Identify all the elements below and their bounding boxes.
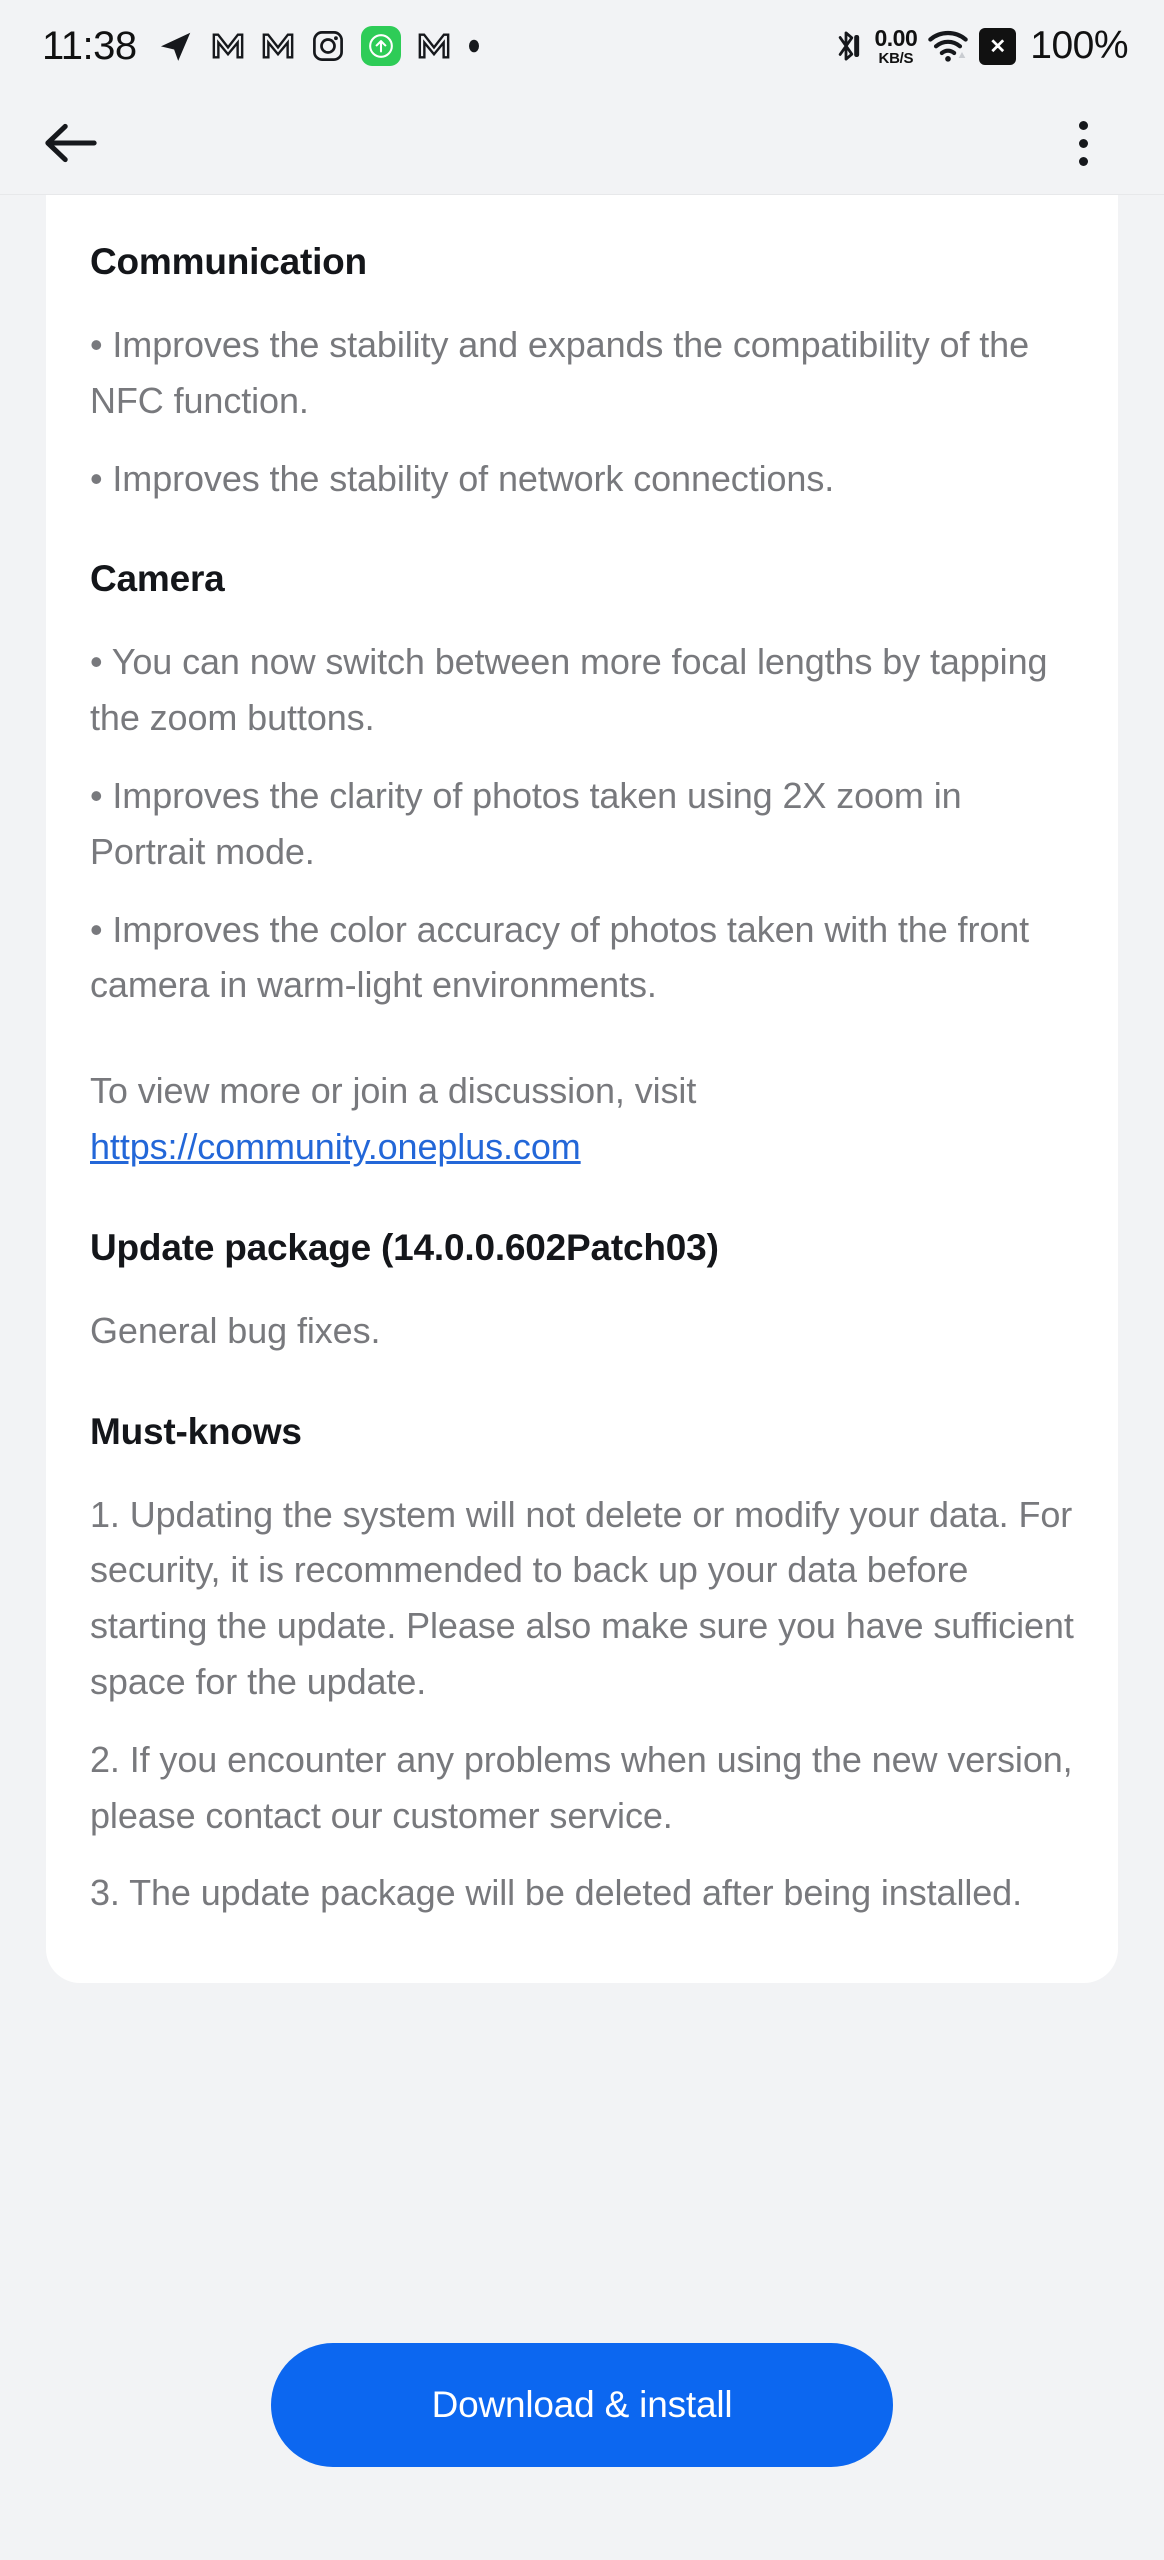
changelog-item: • Improves the clarity of photos taken u… <box>90 774 962 872</box>
section-title-camera: Camera <box>90 558 225 600</box>
wifi-icon <box>928 29 968 63</box>
network-speed-unit: KB/S <box>878 49 914 67</box>
update-package-description: General bug fixes. <box>90 1309 381 1351</box>
back-button[interactable] <box>36 108 106 178</box>
more-notifications-dot <box>467 39 481 53</box>
network-speed-value: 0.00 <box>874 24 918 51</box>
instagram-icon <box>311 29 345 63</box>
gmail-icon-3 <box>417 29 451 63</box>
three-dots-icon <box>1078 120 1088 166</box>
must-know-item: 3. The update package will be deleted af… <box>90 1872 1022 1914</box>
section-title-update-package: Update package (14.0.0.602Patch03) <box>90 1226 719 1268</box>
community-lead-label: To view more or join a discussion, visit <box>90 1070 697 1112</box>
changelog-item: • Improves the stability and expands the… <box>90 324 1030 421</box>
community-forum-link[interactable]: https://community.oneplus.com <box>90 1126 581 1167</box>
status-bar-left: 11:38 <box>42 24 481 69</box>
must-know-item: 2. If you encounter any problems when us… <box>90 1738 1073 1836</box>
section-title-must-knows: Must-knows <box>90 1410 302 1452</box>
gmail-icon-2 <box>261 29 295 63</box>
bluetooth-icon <box>829 27 863 65</box>
app-bar <box>0 92 1164 195</box>
network-speed-indicator: 0.00 KB/S <box>874 24 918 67</box>
changelog-item: • Improves the color accuracy of photos … <box>90 908 1030 1006</box>
system-update-icon <box>360 26 401 66</box>
must-know-item: 1. Updating the system will not delete o… <box>90 1493 1074 1702</box>
notification-icons <box>157 26 481 66</box>
battery-percentage: 100% <box>1030 24 1128 67</box>
telegram-icon <box>157 27 195 65</box>
gmail-icon-1 <box>211 29 245 63</box>
status-bar-clock: 11:38 <box>42 23 137 68</box>
more-options-button[interactable] <box>1048 108 1118 178</box>
changelog-scroll-area[interactable]: Communication • Improves the stability a… <box>0 195 1164 2250</box>
download-and-install-button[interactable]: Download & install <box>271 2343 893 2467</box>
changelog-card: Communication • Improves the stability a… <box>46 195 1118 1984</box>
changelog-item: • You can now switch between more focal … <box>90 641 1048 739</box>
section-title-communication: Communication <box>90 241 367 282</box>
sim-no-service-icon: ✕ <box>979 27 1017 65</box>
changelog-item: • Improves the stability of network conn… <box>90 457 835 499</box>
footer-action-bar: Download & install <box>0 2250 1164 2560</box>
status-bar-right: 0.00 KB/S ✕ 100% <box>829 24 1128 68</box>
status-bar: 11:38 0.00 KB/S ✕ 100% <box>0 0 1164 92</box>
community-lead-text: To view more or join a discussion, visit… <box>90 1063 1078 1175</box>
